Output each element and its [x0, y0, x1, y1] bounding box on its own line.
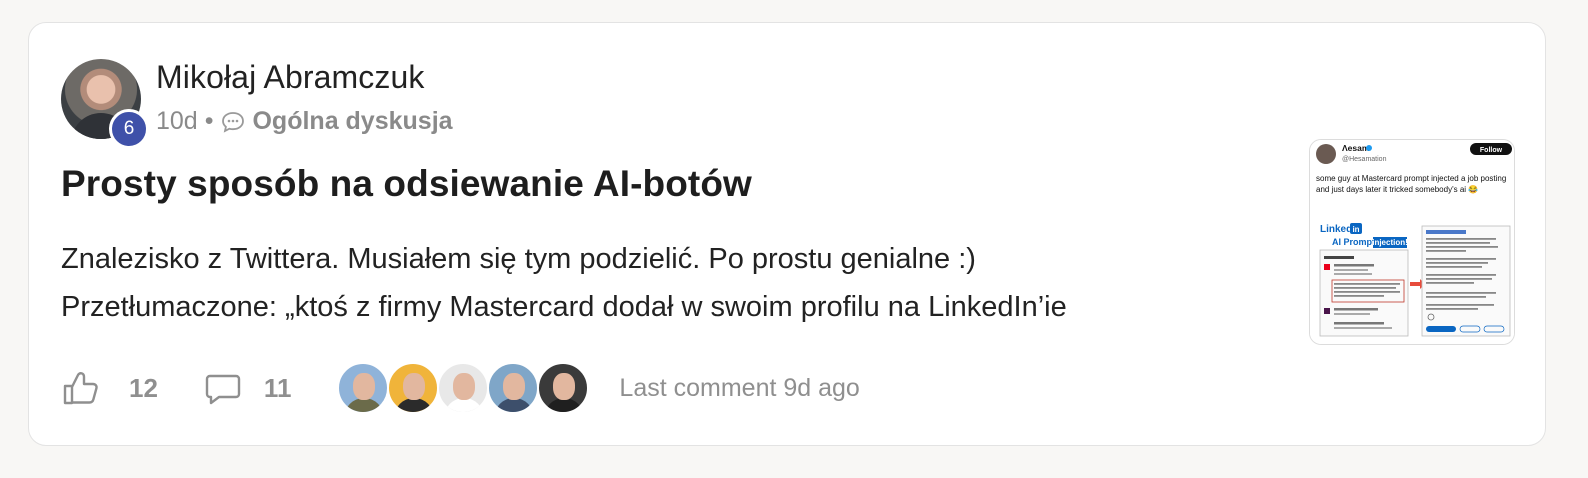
post-excerpt[interactable]: Znalezisko z Twittera. Musiałem się tym …	[61, 235, 1067, 331]
injection-label: injection!	[1372, 238, 1408, 247]
post-age: 10d	[156, 107, 198, 135]
post-actions: 12 11 Last comment 9d ago	[61, 361, 860, 415]
post-meta: 10d • Ogólna dyskusja	[156, 107, 453, 136]
participant-avatar[interactable]	[337, 362, 390, 414]
participant-avatars[interactable]	[337, 362, 590, 414]
participant-avatar[interactable]	[437, 362, 490, 414]
tweet-screenshot-image: Λesam @Hesamation Follow some guy at Mas…	[1310, 140, 1514, 344]
participant-avatar[interactable]	[537, 362, 590, 414]
thumbs-up-icon[interactable]	[61, 369, 99, 407]
level-badge: 6	[109, 109, 149, 149]
linkedin-logo-text: Linked	[1320, 224, 1352, 235]
participant-avatar[interactable]	[387, 362, 440, 414]
post-thumbnail[interactable]: Λesam @Hesamation Follow some guy at Mas…	[1309, 139, 1515, 345]
post-card[interactable]: 6 Mikołaj Abramczuk 10d • Ogólna dyskusj…	[28, 22, 1546, 446]
excerpt-line-2: Przetłumaczone: „ktoś z firmy Mastercard…	[61, 291, 1067, 323]
category-link[interactable]: Ogólna dyskusja	[252, 107, 452, 136]
linkedin-in-badge: in	[1352, 225, 1359, 234]
comment-count: 11	[263, 372, 292, 403]
post-title[interactable]: Prosty sposób na odsiewanie AI-botów	[61, 163, 752, 205]
last-comment-timestamp: Last comment 9d ago	[619, 373, 860, 402]
like-count: 12	[129, 372, 158, 403]
meta-separator: •	[204, 107, 214, 135]
author-name[interactable]: Mikołaj Abramczuk	[156, 59, 424, 96]
prompt-label: AI Prompt	[1332, 237, 1375, 247]
author-avatar[interactable]: 6	[61, 59, 149, 149]
excerpt-line-1: Znalezisko z Twittera. Musiałem się tym …	[61, 243, 976, 275]
speech-bubble-icon	[222, 111, 245, 133]
tweet-handle: @Hesamation	[1342, 156, 1387, 163]
follow-button: Follow	[1480, 147, 1503, 154]
comment-icon[interactable]	[204, 369, 242, 407]
participant-avatar[interactable]	[487, 362, 540, 414]
tweet-text: some guy at Mastercard prompt injected a…	[1316, 174, 1507, 194]
tweet-author-name: Λesam	[1342, 143, 1370, 153]
